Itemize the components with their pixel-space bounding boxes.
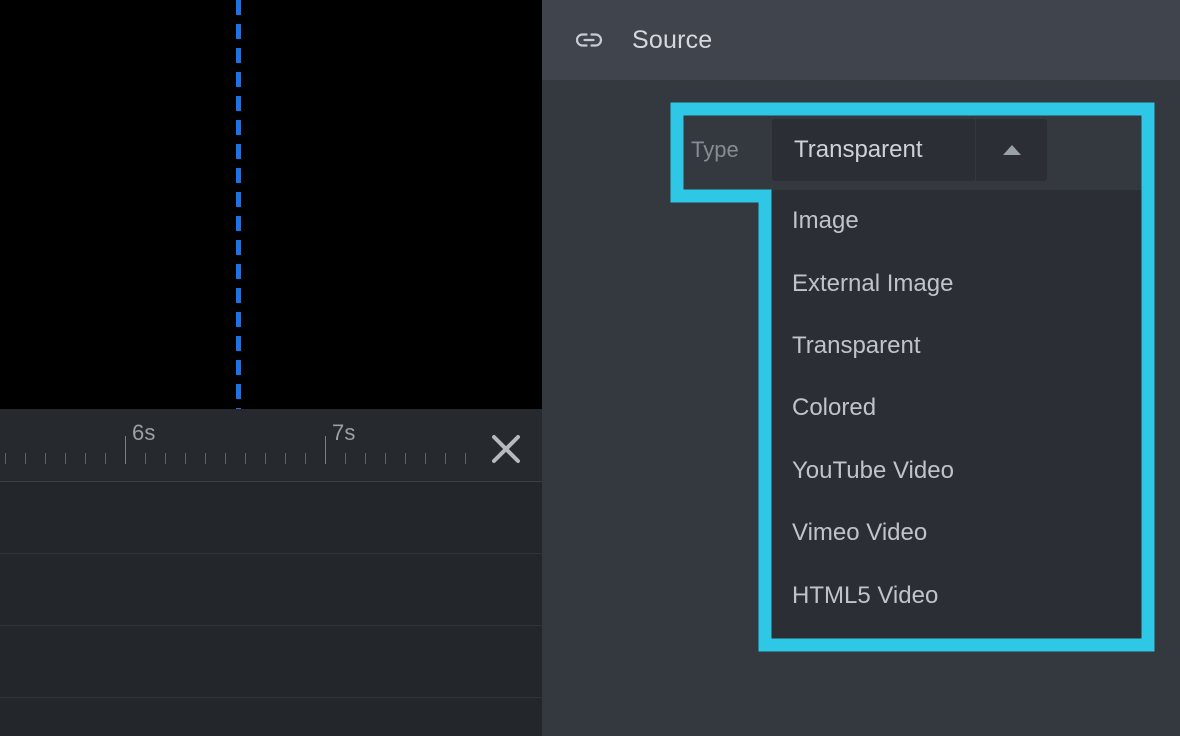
ruler-tick-minor [365, 453, 366, 464]
type-select-value: Transparent [794, 136, 923, 163]
ruler-tick-minor [25, 453, 26, 464]
dropdown-item-html5-video[interactable]: HTML5 Video [765, 564, 1150, 626]
ruler-tick-minor [285, 453, 286, 464]
type-field-label: Type [691, 137, 739, 162]
dropdown-item-label: HTML5 Video [792, 581, 939, 609]
dropdown-item-vimeo-video[interactable]: Vimeo Video [765, 502, 1150, 564]
timeline-ruler-ticks: 6s 7s [0, 409, 542, 481]
ruler-tick-minor [305, 453, 306, 464]
dropdown-item-external-image[interactable]: External Image [765, 252, 1150, 314]
ruler-tick-minor [145, 453, 146, 464]
ruler-tick-major [125, 436, 126, 464]
ruler-tick-minor [465, 453, 466, 464]
ruler-tick-minor [405, 453, 406, 464]
dropdown-item-label: Image [792, 207, 859, 235]
source-inspector-pane: Source Type Transparent Image External Im… [542, 0, 1180, 736]
dropdown-item-image[interactable]: Image [765, 190, 1150, 252]
ruler-tick-major [325, 436, 326, 464]
dropdown-item-transparent[interactable]: Transparent [765, 315, 1150, 377]
type-dropdown-list[interactable]: Image External Image Transparent Colored You… [765, 190, 1150, 645]
ruler-tick-minor [445, 453, 446, 464]
type-select[interactable]: Transparent [772, 119, 1047, 181]
editor-left-pane: 6s 7s [0, 0, 542, 736]
dropdown-item-label: YouTube Video [792, 456, 954, 484]
ruler-tick-minor [245, 453, 246, 464]
ruler-tick-minor [205, 453, 206, 464]
ruler-tick-minor [5, 453, 6, 464]
timeline-tracks [0, 482, 542, 736]
ruler-tick-minor [225, 453, 226, 464]
ruler-tick-minor [425, 453, 426, 464]
link-icon [575, 33, 603, 47]
type-select-toggle-button[interactable] [975, 119, 1047, 181]
playhead-guide-line[interactable] [236, 0, 241, 409]
preview-stage[interactable] [0, 0, 542, 409]
dropdown-item-label: Transparent [792, 331, 921, 359]
timeline-track-row[interactable] [0, 698, 542, 736]
dropdown-item-youtube-video[interactable]: YouTube Video [765, 440, 1150, 502]
ruler-tick-minor [45, 453, 46, 464]
ruler-tick-minor [185, 453, 186, 464]
ruler-tick-minor [85, 453, 86, 464]
dropdown-item-label: External Image [792, 269, 954, 297]
app-root: 6s 7s Source Type Transparent Image Exte… [0, 0, 1180, 736]
ruler-tick-minor [105, 453, 106, 464]
ruler-tick-minor [265, 453, 266, 464]
ruler-tick-minor [165, 453, 166, 464]
close-icon [492, 435, 520, 463]
dropdown-item-label: Colored [792, 394, 877, 422]
dropdown-item-label: Vimeo Video [792, 519, 928, 547]
ruler-tick-minor [345, 453, 346, 464]
dropdown-item-colored[interactable]: Colored [765, 377, 1150, 439]
ruler-tick-minor [65, 453, 66, 464]
type-field-row: Type Transparent [671, 111, 1172, 189]
timeline-close-button[interactable] [484, 427, 528, 471]
panel-header: Source [542, 0, 1180, 80]
chevron-up-icon [1002, 145, 1021, 155]
ruler-tick-label: 6s [132, 420, 156, 445]
page-title: Source [632, 25, 713, 54]
ruler-tick-label: 7s [332, 420, 356, 445]
timeline-track-row[interactable] [0, 482, 542, 554]
ruler-tick-minor [385, 453, 386, 464]
timeline-ruler[interactable]: 6s 7s [0, 409, 542, 482]
timeline-track-row[interactable] [0, 554, 542, 626]
timeline-track-row[interactable] [0, 626, 542, 698]
